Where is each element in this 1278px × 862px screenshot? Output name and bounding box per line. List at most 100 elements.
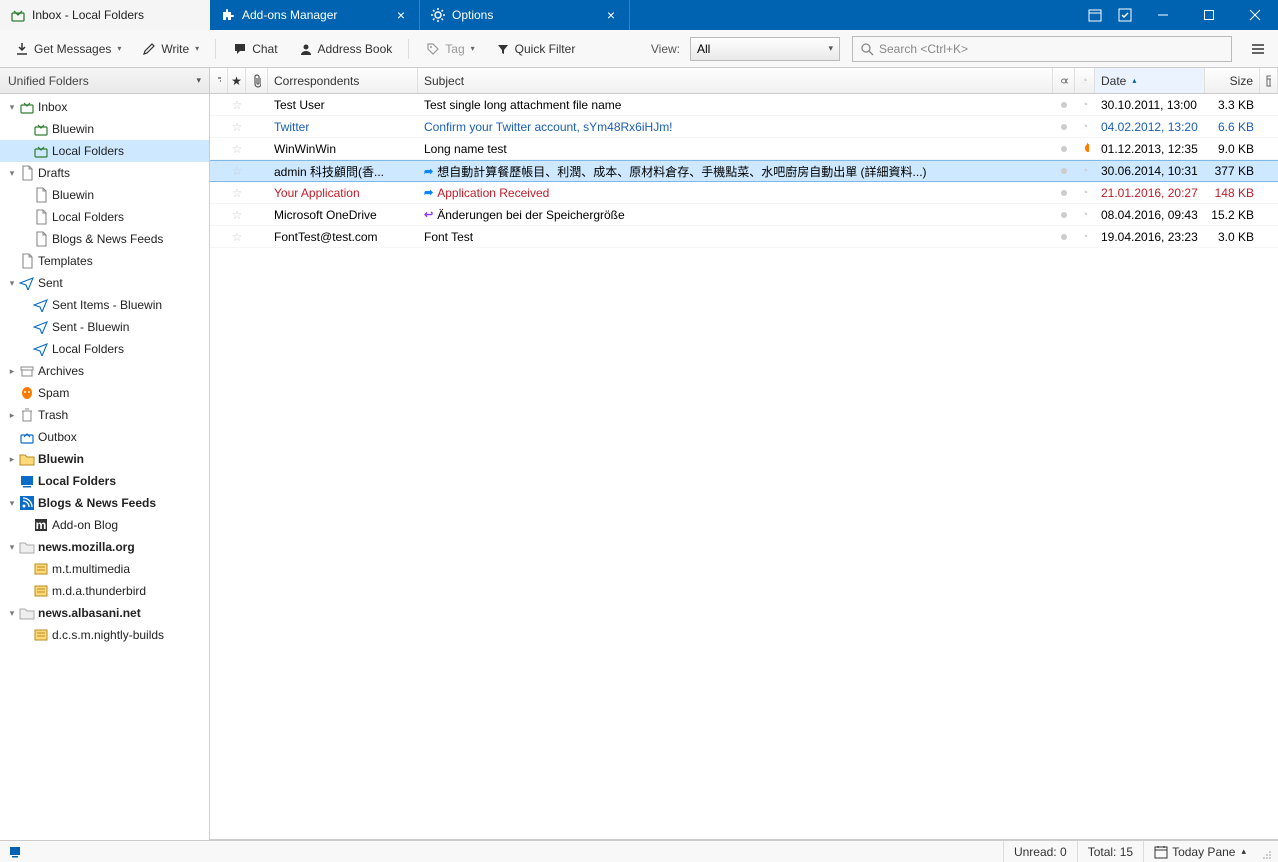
tasks-icon[interactable]	[1110, 0, 1140, 30]
chevron-down-icon[interactable]: ▾	[115, 44, 121, 53]
twisty-icon[interactable]: ▾	[6, 168, 18, 179]
tab-inbox[interactable]: Inbox - Local Folders	[0, 0, 210, 30]
chevron-down-icon[interactable]: ▾	[193, 44, 199, 53]
minimize-button[interactable]	[1140, 0, 1186, 30]
read-status[interactable]: ◔	[1075, 121, 1095, 133]
address-book-button[interactable]: Address Book	[290, 37, 401, 61]
col-date[interactable]: Date▴	[1095, 68, 1205, 93]
star-icon[interactable]: ☆	[228, 98, 246, 112]
folder-item[interactable]: ▸Bluewin	[0, 448, 209, 470]
twisty-icon[interactable]: ▸	[6, 454, 18, 465]
twisty-icon[interactable]: ▾	[6, 278, 18, 289]
folder-item[interactable]: Sent Items - Bluewin	[0, 294, 209, 316]
folder-item[interactable]: Blogs & News Feeds	[0, 228, 209, 250]
folder-item[interactable]: Outbox	[0, 426, 209, 448]
message-row[interactable]: ☆Test UserTest single long attachment fi…	[210, 94, 1278, 116]
chevron-down-icon[interactable]: ▾	[196, 75, 201, 86]
col-thread[interactable]	[210, 68, 228, 93]
read-status[interactable]: ◔	[1075, 165, 1095, 177]
col-spam[interactable]	[1053, 68, 1075, 93]
folder-pane-header[interactable]: Unified Folders ▾	[0, 68, 209, 94]
folder-item[interactable]: m.d.a.thunderbird	[0, 580, 209, 602]
folder-item[interactable]: ▾Sent	[0, 272, 209, 294]
read-status[interactable]: ◔	[1075, 209, 1095, 221]
spam-status[interactable]	[1053, 124, 1075, 130]
tab-addons[interactable]: Add-ons Manager ×	[210, 0, 420, 30]
close-icon[interactable]: ×	[393, 7, 409, 23]
star-icon[interactable]: ☆	[228, 142, 246, 156]
read-status[interactable]	[1075, 142, 1095, 156]
online-status-icon[interactable]	[6, 841, 34, 862]
resize-grip[interactable]	[1256, 844, 1272, 860]
get-messages-button[interactable]: Get Messages ▾	[6, 37, 129, 61]
message-row[interactable]: ☆Your Application➦Application Received◔2…	[210, 182, 1278, 204]
tag-button[interactable]: Tag ▾	[417, 37, 482, 61]
calendar-icon[interactable]	[1080, 0, 1110, 30]
chat-button[interactable]: Chat	[224, 37, 285, 61]
twisty-icon[interactable]: ▾	[6, 498, 18, 509]
read-status[interactable]: ◔	[1075, 99, 1095, 111]
maximize-button[interactable]	[1186, 0, 1232, 30]
close-button[interactable]	[1232, 0, 1278, 30]
message-row[interactable]: ☆Microsoft OneDrive↩Änderungen bei der S…	[210, 204, 1278, 226]
search-input[interactable]: Search <Ctrl+K>	[852, 36, 1232, 62]
app-menu-button[interactable]	[1244, 36, 1272, 62]
folder-item[interactable]: Sent - Bluewin	[0, 316, 209, 338]
folder-item[interactable]: Bluewin	[0, 118, 209, 140]
spam-status[interactable]	[1053, 234, 1075, 240]
folder-item[interactable]: Local Folders	[0, 140, 209, 162]
folder-item[interactable]: ▾Blogs & News Feeds	[0, 492, 209, 514]
folder-label: Templates	[36, 254, 93, 268]
chevron-down-icon[interactable]: ▾	[469, 44, 475, 53]
folder-item[interactable]: ▸Trash	[0, 404, 209, 426]
star-icon[interactable]: ☆	[228, 120, 246, 134]
folder-item[interactable]: ▾news.mozilla.org	[0, 536, 209, 558]
today-pane-button[interactable]: Today Pane ▴	[1143, 841, 1256, 862]
star-icon[interactable]: ☆	[228, 186, 246, 200]
write-button[interactable]: Write ▾	[133, 37, 207, 61]
tab-options[interactable]: Options ×	[420, 0, 630, 30]
folder-item[interactable]: Local Folders	[0, 470, 209, 492]
folder-item[interactable]: ▾Drafts	[0, 162, 209, 184]
col-subject[interactable]: Subject	[418, 68, 1053, 93]
star-icon[interactable]: ☆	[228, 208, 246, 222]
folder-item[interactable]: m.t.multimedia	[0, 558, 209, 580]
folder-item[interactable]: ▾Inbox	[0, 96, 209, 118]
folder-item[interactable]: Bluewin	[0, 184, 209, 206]
col-star[interactable]: ★	[228, 68, 246, 93]
folder-item[interactable]: ▾news.albasani.net	[0, 602, 209, 624]
spam-status[interactable]	[1053, 190, 1075, 196]
message-row[interactable]: ☆TwitterConfirm your Twitter account, sY…	[210, 116, 1278, 138]
star-icon[interactable]: ☆	[228, 164, 246, 178]
folder-item[interactable]: Spam	[0, 382, 209, 404]
folder-item[interactable]: Local Folders	[0, 338, 209, 360]
col-read[interactable]: ◔	[1075, 68, 1095, 93]
col-correspondents[interactable]: Correspondents	[268, 68, 418, 93]
message-row[interactable]: ☆admin 科技顧問(香...➦想自動計算餐歷帳目、利潤、成本、原材料倉存、手…	[210, 160, 1278, 182]
folder-item[interactable]: Templates	[0, 250, 209, 272]
spam-status[interactable]	[1053, 102, 1075, 108]
twisty-icon[interactable]: ▸	[6, 410, 18, 421]
twisty-icon[interactable]: ▸	[6, 366, 18, 377]
col-attachment[interactable]	[246, 68, 268, 93]
read-status[interactable]: ◔	[1075, 187, 1095, 199]
folder-item[interactable]: d.c.s.m.nightly-builds	[0, 624, 209, 646]
spam-status[interactable]	[1053, 168, 1075, 174]
star-icon[interactable]: ☆	[228, 230, 246, 244]
read-status[interactable]: ◔	[1075, 231, 1095, 243]
view-select[interactable]: All ▾	[690, 37, 840, 61]
quick-filter-button[interactable]: Quick Filter	[487, 37, 584, 61]
col-size[interactable]: Size	[1205, 68, 1260, 93]
message-row[interactable]: ☆FontTest@test.comFont Test◔19.04.2016, …	[210, 226, 1278, 248]
spam-status[interactable]	[1053, 146, 1075, 152]
folder-item[interactable]: Local Folders	[0, 206, 209, 228]
folder-item[interactable]: mAdd-on Blog	[0, 514, 209, 536]
spam-status[interactable]	[1053, 212, 1075, 218]
twisty-icon[interactable]: ▾	[6, 102, 18, 113]
twisty-icon[interactable]: ▾	[6, 542, 18, 553]
message-row[interactable]: ☆WinWinWinLong name test01.12.2013, 12:3…	[210, 138, 1278, 160]
twisty-icon[interactable]: ▾	[6, 608, 18, 619]
column-picker[interactable]	[1260, 68, 1278, 93]
folder-item[interactable]: ▸Archives	[0, 360, 209, 382]
close-icon[interactable]: ×	[603, 7, 619, 23]
